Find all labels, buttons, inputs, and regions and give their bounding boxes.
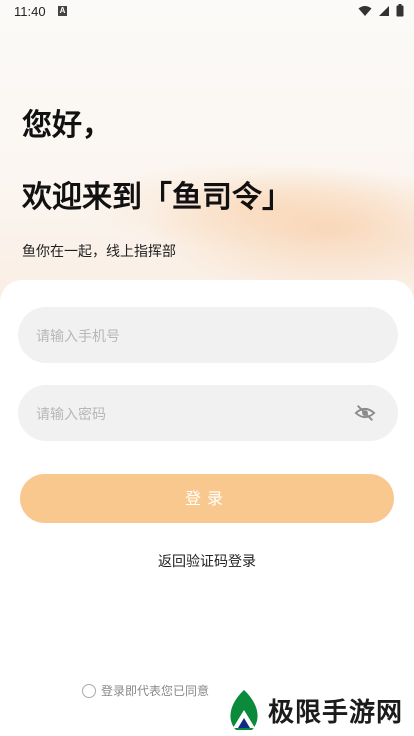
eye-off-icon[interactable] (354, 402, 376, 424)
greeting-line-1: 您好， (22, 108, 112, 143)
agreement-row: 登录即代表您已同意 (82, 682, 209, 699)
notification-icon: A (58, 6, 67, 16)
cellular-icon (379, 5, 389, 16)
status-icons (358, 4, 404, 17)
phone-placeholder: 请输入手机号 (36, 329, 120, 345)
subtitle: 鱼你在一起，线上指挥部 (22, 244, 176, 260)
mountain-logo-icon (230, 690, 258, 730)
battery-icon (396, 4, 404, 17)
password-input[interactable]: 请输入密码 (18, 385, 398, 441)
wifi-icon (358, 5, 372, 16)
status-bar: 11:40 A (0, 0, 414, 24)
return-sms-login-link[interactable]: 返回验证码登录 (0, 551, 414, 571)
greeting-line-2: 欢迎来到「鱼司令」 (22, 180, 292, 215)
watermark: 极限手游网 (224, 689, 403, 731)
phone-input[interactable]: 请输入手机号 (18, 307, 398, 363)
password-placeholder: 请输入密码 (36, 407, 106, 423)
agreement-radio[interactable] (82, 683, 96, 698)
watermark-text: 极限手游网 (268, 697, 404, 728)
login-button[interactable]: 登录 (20, 474, 394, 523)
agreement-text: 登录即代表您已同意 (101, 684, 210, 698)
status-time: 11:40 (14, 4, 46, 19)
